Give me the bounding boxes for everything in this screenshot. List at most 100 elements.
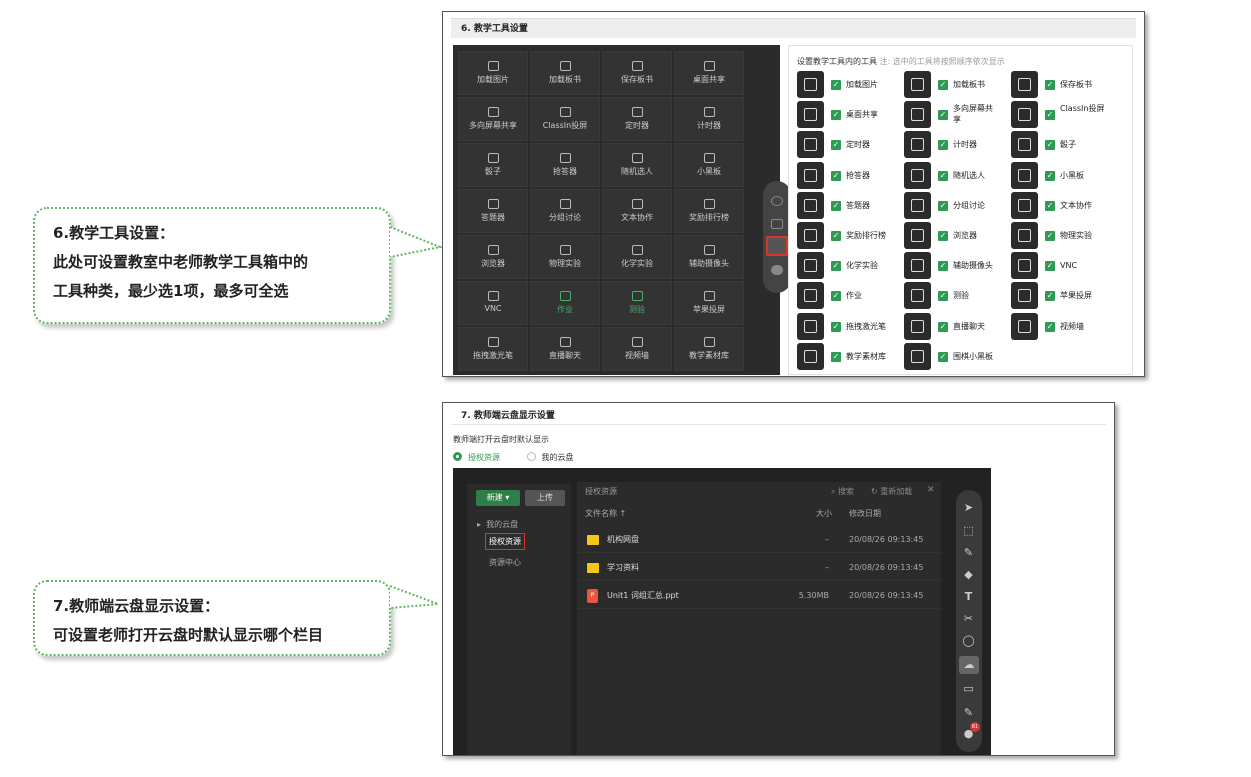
- tool-checkbox[interactable]: ✓: [938, 110, 948, 121]
- laser-icon[interactable]: ◯: [962, 635, 975, 646]
- toolbox-item[interactable]: 测验: [602, 281, 672, 325]
- text-icon[interactable]: T: [962, 591, 975, 602]
- tool-checkbox[interactable]: ✓: [1045, 291, 1055, 302]
- toolbox-item[interactable]: 加载图片: [458, 51, 528, 95]
- toolbox-item[interactable]: 拖拽激光笔: [458, 327, 528, 371]
- tool-checkbox[interactable]: ✓: [1045, 200, 1055, 211]
- scissors-icon[interactable]: ✂: [962, 613, 975, 624]
- tool-label: 浏览器: [481, 259, 505, 268]
- tool-label: 直播聊天: [953, 321, 985, 331]
- tool-checkbox[interactable]: ✓: [831, 321, 841, 332]
- tool-checkbox[interactable]: ✓: [938, 321, 948, 332]
- cloud-icon[interactable]: ☁: [959, 656, 979, 674]
- toolbox-item[interactable]: 随机选人: [602, 143, 672, 187]
- eraser-icon[interactable]: ◆: [962, 569, 975, 580]
- toolbox-item[interactable]: VNC: [458, 281, 528, 325]
- tool-label: 文本协作: [1060, 200, 1092, 210]
- laser-icon[interactable]: [771, 196, 783, 206]
- cloud-icon[interactable]: [771, 265, 783, 275]
- callout-teaching-tools: 6.教学工具设置： 此处可设置教室中老师教学工具箱中的 工具种类，最少选1项，最…: [33, 207, 444, 324]
- tool-checkbox[interactable]: ✓: [831, 291, 841, 302]
- tool-checkbox[interactable]: ✓: [831, 110, 841, 121]
- close-icon[interactable]: ✕: [927, 485, 935, 495]
- tool-checkbox[interactable]: ✓: [1045, 80, 1055, 90]
- tool-checkbox[interactable]: ✓: [938, 170, 948, 181]
- tool-checkbox[interactable]: ✓: [831, 351, 841, 362]
- column-name[interactable]: 文件名称 ↑: [585, 508, 626, 519]
- search-button[interactable]: ⌕ 搜索: [831, 486, 854, 497]
- file-row[interactable]: 学习资料 – 20/08/26 09:13:45: [577, 555, 941, 581]
- tool-checkbox[interactable]: ✓: [831, 140, 841, 151]
- toolbox-item[interactable]: 浏览器: [458, 235, 528, 279]
- tool-icon: [797, 71, 824, 98]
- tool-checkbox[interactable]: ✓: [1045, 231, 1055, 241]
- toolbox-item[interactable]: 物理实验: [530, 235, 600, 279]
- file-row[interactable]: 机构网盘 – 20/08/26 09:13:45: [577, 527, 941, 553]
- pen-icon[interactable]: ✎: [962, 547, 975, 558]
- tree-resource-center[interactable]: 资源中心: [489, 557, 521, 568]
- toolbox-item[interactable]: 桌面共享: [674, 51, 744, 95]
- edit-icon[interactable]: ✎: [962, 707, 975, 718]
- upload-button[interactable]: 上传: [525, 490, 565, 506]
- toolbox-item[interactable]: 小黑板: [674, 143, 744, 187]
- toolbox-item[interactable]: 作业: [530, 281, 600, 325]
- toolbox-item[interactable]: 文本协作: [602, 189, 672, 233]
- tool-label: 定时器: [846, 140, 870, 150]
- tool-label: 视频墙: [1060, 321, 1084, 331]
- radio-my-cloud[interactable]: 我的云盘: [526, 452, 574, 462]
- tool-checkbox[interactable]: ✓: [831, 80, 841, 90]
- toolbox-item[interactable]: 苹果投屏: [674, 281, 744, 325]
- tool-checkbox[interactable]: ✓: [938, 231, 948, 241]
- reload-button[interactable]: ↻ 重新加载: [871, 486, 912, 497]
- radio-authorized-resources[interactable]: 授权资源: [453, 452, 500, 462]
- tool-checkbox[interactable]: ✓: [1045, 170, 1055, 181]
- toolbox-item[interactable]: ClassIn投屏: [530, 97, 600, 141]
- toolbox-item[interactable]: 保存板书: [602, 51, 672, 95]
- toolbox-item[interactable]: 抢答器: [530, 143, 600, 187]
- toolbox-icon[interactable]: ▭: [962, 683, 975, 694]
- tool-checkbox[interactable]: ✓: [938, 80, 948, 90]
- classroom-toolbar: ➤ ⬚ ✎ ◆ T ✂ ◯ ☁ ▭ ✎ ● 61: [956, 490, 982, 752]
- tool-checkbox[interactable]: ✓: [938, 200, 948, 211]
- tree-my-cloud[interactable]: ▸ 我的云盘: [477, 519, 518, 530]
- toolbox-item[interactable]: 视频墙: [602, 327, 672, 371]
- tool-label: 保存板书: [1060, 80, 1092, 89]
- select-icon[interactable]: ⬚: [962, 525, 975, 536]
- tool-checkbox[interactable]: ✓: [831, 200, 841, 211]
- toolbox-item[interactable]: 化学实验: [602, 235, 672, 279]
- tool-checkbox[interactable]: ✓: [1045, 321, 1055, 332]
- tool-checkbox[interactable]: ✓: [938, 291, 948, 302]
- toolbox-item[interactable]: 骰子: [458, 143, 528, 187]
- tree-authorized-resources[interactable]: 授权资源: [485, 533, 525, 550]
- tool-label: 骰子: [485, 167, 501, 176]
- toolbox-item[interactable]: 定时器: [602, 97, 672, 141]
- pointer-icon[interactable]: ➤: [962, 502, 975, 513]
- default-view-radio-group: 授权资源 我的云盘: [453, 452, 574, 463]
- tool-checkbox[interactable]: ✓: [831, 170, 841, 181]
- toolbox-item[interactable]: 奖励排行榜: [674, 189, 744, 233]
- toolbox-item[interactable]: 计时器: [674, 97, 744, 141]
- section-title: 7. 教师端云盘显示设置: [451, 407, 1106, 425]
- toolbox-icon[interactable]: [766, 236, 788, 256]
- toolbox-item[interactable]: 加载板书: [530, 51, 600, 95]
- toolbox-item[interactable]: 答题器: [458, 189, 528, 233]
- toolbox-item[interactable]: 多向屏幕共享: [458, 97, 528, 141]
- file-row[interactable]: P Unit1 词组汇总.ppt 5.30MB 20/08/26 09:13:45: [577, 583, 941, 609]
- tool-checkbox[interactable]: ✓: [1045, 140, 1055, 151]
- tool-icon: [904, 191, 931, 219]
- callout-title: 6.教学工具设置：: [53, 224, 175, 242]
- tool-checkbox[interactable]: ✓: [938, 351, 948, 362]
- toolbox-item[interactable]: 直播聊天: [530, 327, 600, 371]
- toolbox-item[interactable]: 辅助摄像头: [674, 235, 744, 279]
- callout-cloud-disk: 7.教师端云盘显示设置： 可设置老师打开云盘时默认显示哪个栏目: [33, 580, 439, 656]
- tool-checkbox[interactable]: ✓: [1045, 261, 1055, 272]
- tool-checkbox[interactable]: ✓: [831, 231, 841, 241]
- edit-icon[interactable]: [771, 219, 783, 229]
- new-button[interactable]: 新建 ▾: [476, 490, 520, 506]
- tool-checkbox[interactable]: ✓: [938, 261, 948, 272]
- tool-checkbox[interactable]: ✓: [831, 261, 841, 272]
- tool-checkbox[interactable]: ✓: [1045, 110, 1055, 121]
- tool-checkbox[interactable]: ✓: [938, 140, 948, 151]
- toolbox-item[interactable]: 分组讨论: [530, 189, 600, 233]
- toolbox-item[interactable]: 教学素材库: [674, 327, 744, 371]
